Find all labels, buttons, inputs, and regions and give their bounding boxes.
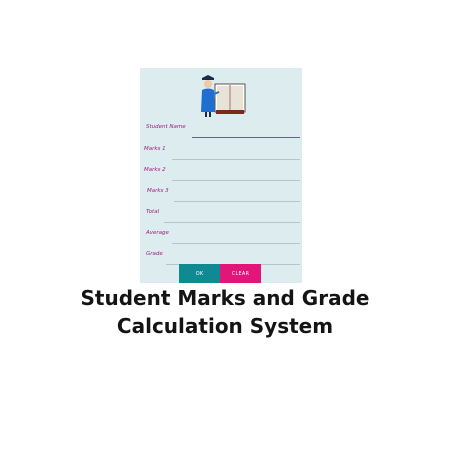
field-average[interactable]: Average [140,230,302,244]
caption-line-1: Student Marks and Grade [80,286,370,310]
input-underline[interactable] [172,159,300,160]
caption-line-2: Calculation System [116,314,334,338]
field-marks-2[interactable]: Marks 2 [140,167,302,181]
field-marks-1[interactable]: Marks 1 [140,146,302,160]
label-grade: Grade [146,251,163,257]
label-marks-1: Marks 1 [144,146,166,152]
label-student-name: Student Name [146,124,186,130]
field-grade[interactable]: Grade [140,251,302,265]
input-underline[interactable] [172,243,300,244]
label-marks-3: Marks 3 [147,188,169,194]
input-underline[interactable] [172,180,300,181]
graduate-with-book-icon [201,75,246,117]
ok-button[interactable]: OK [179,264,220,283]
field-total[interactable]: Total [140,209,302,223]
label-average: Average [146,230,169,236]
field-student-name[interactable]: Student Name [140,124,302,138]
field-marks-3[interactable]: Marks 3 [140,188,302,202]
input-underline[interactable] [164,222,300,223]
clear-button[interactable]: CLEAR [220,264,261,283]
app-window: Student Name Marks 1 Marks 2 Marks 3 Tot… [140,68,302,283]
input-underline[interactable] [192,137,300,138]
input-underline[interactable] [174,201,300,202]
label-marks-2: Marks 2 [144,167,166,173]
label-total: Total [146,209,160,215]
